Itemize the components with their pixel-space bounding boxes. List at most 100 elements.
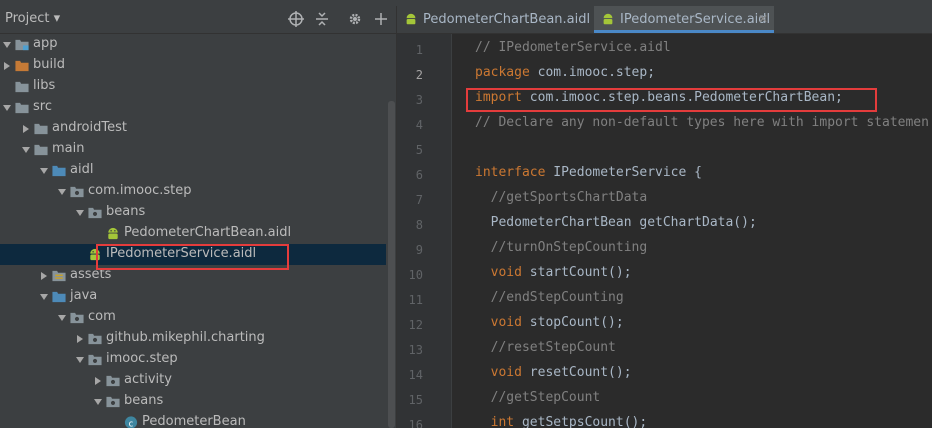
chevron-down-icon[interactable] — [57, 313, 67, 323]
code-line[interactable]: void stopCount(); — [475, 315, 624, 330]
hide-panel-icon[interactable] — [372, 10, 390, 28]
code-line[interactable]: PedometerChartBean getChartData(); — [475, 215, 757, 230]
line-number: 13 — [408, 343, 423, 357]
code-line[interactable]: // Declare any non-default types here wi… — [475, 115, 929, 130]
code-line[interactable]: //turnOnStepCounting — [475, 240, 648, 255]
tab-label: PedometerChartBean.aidl — [423, 12, 591, 27]
line-number: 3 — [415, 93, 423, 107]
tree-item-label: libs — [33, 78, 56, 93]
line-number: 5 — [415, 143, 423, 157]
chevron-down-icon[interactable] — [39, 292, 49, 302]
class-icon: c — [124, 416, 138, 428]
chevron-down-icon[interactable] — [75, 355, 85, 365]
tree-row[interactable]: activity — [0, 370, 386, 391]
line-number-gutter: 1 2 3 4 5 6 7 8 9 10 11 12 13 14 15 16 — [397, 34, 452, 428]
code-token: void — [475, 365, 522, 380]
chevron-down-icon[interactable] — [75, 208, 85, 218]
tree-row[interactable]: main — [0, 139, 386, 160]
chevron-down-icon[interactable] — [93, 397, 103, 407]
svg-text:c: c — [129, 418, 134, 428]
tree-row[interactable]: androidTest — [0, 118, 386, 139]
code-line[interactable]: interface IPedometerService { — [475, 165, 702, 180]
project-panel-header: Project ▾ — [0, 6, 396, 34]
tree-row[interactable]: aidl — [0, 160, 386, 181]
tree-item-label: imooc.step — [106, 351, 178, 366]
tree-row[interactable]: src — [0, 97, 386, 118]
close-icon[interactable]: ✕ — [758, 12, 768, 26]
tree-row[interactable]: java — [0, 286, 386, 307]
chevron-right-icon[interactable] — [21, 124, 31, 134]
code-token: IPedometerService { — [545, 165, 702, 180]
tree-item-label: activity — [124, 372, 172, 387]
tree-row[interactable]: PedometerChartBean.aidl — [0, 223, 386, 244]
tree-row[interactable]: beans — [0, 391, 386, 412]
folder-icon — [34, 123, 48, 135]
tree-row[interactable]: c PedometerBean — [0, 412, 386, 428]
chevron-down-icon[interactable] — [2, 40, 12, 50]
code-token: getChartData(); — [631, 215, 757, 230]
code-line[interactable]: //getStepCount — [475, 390, 601, 405]
project-tree-scrollbar[interactable] — [388, 101, 395, 428]
import-highlight-box — [466, 88, 877, 112]
chevron-down-icon[interactable] — [2, 103, 12, 113]
code-line[interactable]: //getSportsChartData — [475, 190, 648, 205]
tree-row[interactable]: com.imooc.step — [0, 181, 386, 202]
project-view-selector[interactable]: Project ▾ — [5, 11, 60, 26]
tree-row[interactable]: imooc.step — [0, 349, 386, 370]
module-folder-icon — [15, 39, 29, 51]
locate-file-icon[interactable] — [287, 10, 305, 28]
package-icon — [106, 396, 120, 408]
tree-item-label: beans — [106, 204, 146, 219]
line-number: 4 — [415, 118, 423, 132]
editor-tab-bar: PedometerChartBean.aidl IPedometerServic… — [397, 6, 932, 34]
tree-row[interactable]: build — [0, 55, 386, 76]
folder-icon — [15, 81, 29, 93]
line-number: 1 — [415, 43, 423, 57]
tree-item-label: app — [33, 36, 58, 51]
tree-row[interactable]: libs — [0, 76, 386, 97]
code-line[interactable]: // IPedometerService.aidl — [475, 40, 671, 55]
project-tool-window: Project ▾ app build libs src androidTest main… — [0, 6, 396, 428]
tree-row[interactable]: beans — [0, 202, 386, 223]
android-icon — [108, 227, 118, 240]
gear-icon[interactable] — [346, 10, 364, 28]
line-number: 10 — [408, 268, 423, 282]
android-icon — [603, 13, 613, 25]
tree-row[interactable]: github.mikephil.charting — [0, 328, 386, 349]
package-icon — [88, 333, 102, 345]
blue-folder-icon — [52, 165, 66, 177]
code-token: void — [475, 265, 522, 280]
code-token: PedometerChartBean — [475, 215, 632, 230]
tree-item-label: github.mikephil.charting — [106, 330, 265, 345]
code-token: resetCount(); — [521, 365, 632, 380]
tree-row[interactable]: app — [0, 34, 386, 55]
chevron-right-icon[interactable] — [39, 271, 49, 281]
chevron-down-icon[interactable] — [57, 187, 67, 197]
chevron-down-icon[interactable] — [39, 166, 49, 176]
code-token: //turnOnStepCounting — [475, 240, 648, 255]
code-line[interactable]: package com.imooc.step; — [475, 65, 655, 80]
folder-icon — [15, 102, 29, 114]
line-number: 7 — [415, 193, 423, 207]
chevron-right-icon[interactable] — [2, 61, 12, 71]
collapse-all-icon[interactable] — [313, 10, 331, 28]
tab-ipedometerservice[interactable]: IPedometerService.aidl ✕ — [594, 6, 774, 33]
code-line[interactable]: int getSetpsCount(); — [475, 415, 648, 428]
line-number: 8 — [415, 218, 423, 232]
tree-item-label: build — [33, 57, 65, 72]
code-line[interactable]: //resetStepCount — [475, 340, 616, 355]
chevron-down-icon[interactable] — [21, 145, 31, 155]
code-line[interactable]: void startCount(); — [475, 265, 632, 280]
package-icon — [70, 186, 84, 198]
tree-item-label: beans — [124, 393, 164, 408]
code-token: // IPedometerService.aidl — [475, 40, 671, 55]
resource-folder-icon — [52, 270, 66, 282]
code-token: // Declare any non-default types here wi… — [475, 115, 929, 130]
chevron-right-icon[interactable] — [93, 376, 103, 386]
code-line[interactable]: //endStepCounting — [475, 290, 624, 305]
code-token: startCount(); — [521, 265, 632, 280]
chevron-right-icon[interactable] — [75, 334, 85, 344]
tab-pedometerchartbean[interactable]: PedometerChartBean.aidl — [397, 6, 594, 33]
tree-row[interactable]: com — [0, 307, 386, 328]
code-line[interactable]: void resetCount(); — [475, 365, 632, 380]
